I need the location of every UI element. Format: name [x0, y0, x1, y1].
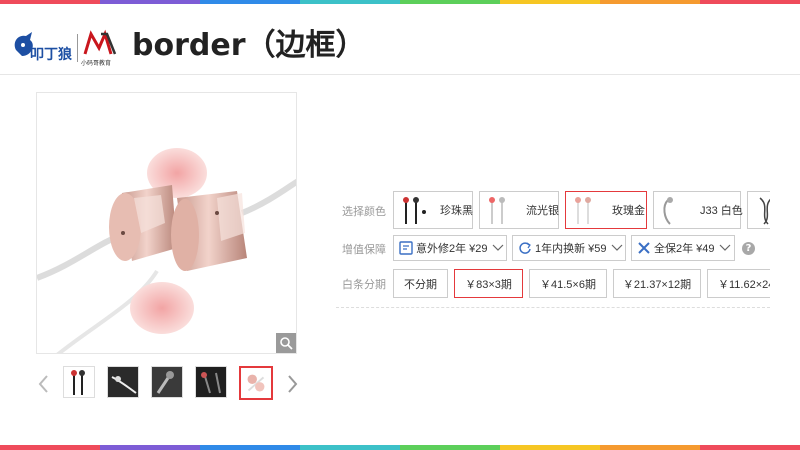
- earphone-white-swatch: [663, 197, 673, 225]
- earphone-dark-thumb: [196, 367, 226, 397]
- repair-icon: [399, 241, 413, 255]
- svg-text:叩丁狼: 叩丁狼: [30, 46, 73, 63]
- chevron-down-icon: [611, 244, 622, 251]
- earphone-black-thumb: [64, 367, 94, 397]
- header: 叩丁狼 小码哥教育 border（边框）: [0, 4, 800, 75]
- refresh-icon: [519, 242, 531, 254]
- attribute-panel: 选择颜色 珍珠黑 流光银 玫瑰金 J33 白色 增值保障 意外修2年 ¥29 1…: [336, 183, 770, 308]
- warranty-option-accident[interactable]: 意外修2年 ¥29: [393, 235, 507, 261]
- earphone-rose-thumb: [241, 368, 271, 398]
- bottom-color-stripe: [0, 445, 800, 450]
- installment-label: 白条分期: [342, 279, 386, 291]
- chevron-down-icon: [719, 244, 730, 251]
- earphone-black-swatch: [403, 197, 426, 224]
- warranty-label: 增值保障: [342, 244, 386, 256]
- color-option-rose-gold-selected[interactable]: 玫瑰金: [565, 191, 647, 229]
- earphone-silver-swatch: [489, 197, 505, 224]
- page-title: border（边框）: [132, 28, 366, 63]
- installment-option-none[interactable]: 不分期: [393, 269, 448, 298]
- color-option-j33-white[interactable]: J33 白色: [653, 191, 743, 229]
- earphone-rose-swatch: [575, 197, 591, 224]
- installment-option-3-selected[interactable]: ￥83×3期: [454, 269, 523, 298]
- color-option-label: 流光银: [526, 205, 559, 217]
- thumbnail-4[interactable]: [195, 366, 227, 398]
- svg-text:小码哥教育: 小码哥教育: [81, 59, 111, 67]
- zoom-button[interactable]: [276, 333, 296, 353]
- chevron-right-icon[interactable]: [284, 370, 300, 398]
- earphone-white-thumb: [108, 367, 138, 397]
- installment-option-24[interactable]: ￥11.62×24期: [707, 269, 770, 298]
- thumbnail-strip: [36, 366, 298, 402]
- thumbnail-2[interactable]: [107, 366, 139, 398]
- warranty-option-label: 意外修2年 ¥29: [416, 243, 488, 255]
- installment-option-label: 不分期: [404, 278, 437, 291]
- installment-option-label: ￥41.5×6期: [540, 278, 596, 291]
- color-option-label: J33 白色: [700, 205, 743, 217]
- installment-option-6[interactable]: ￥41.5×6期: [529, 269, 607, 298]
- logo-divider: [77, 34, 78, 62]
- xiaomage-logo: 小码哥教育: [81, 29, 117, 67]
- installment-option-label: ￥21.37×12期: [622, 278, 692, 291]
- chevron-left-icon[interactable]: [36, 370, 52, 398]
- warranty-option-replace[interactable]: 1年内换新 ¥59: [512, 235, 626, 261]
- warranty-option-label: 1年内换新 ¥59: [535, 243, 607, 255]
- color-option-silver[interactable]: 流光银: [479, 191, 559, 229]
- product-main-image: [36, 92, 297, 354]
- installment-option-12[interactable]: ￥21.37×12期: [613, 269, 701, 298]
- color-option-label: 玫瑰金: [612, 205, 645, 217]
- thumbnail-3[interactable]: [151, 366, 183, 398]
- earphone-rose-gold-illustration: [37, 148, 296, 353]
- color-label: 选择颜色: [342, 206, 386, 218]
- chevron-down-icon: [492, 244, 503, 251]
- earphone-gray-thumb: [152, 367, 182, 397]
- kodinglang-logo: 叩丁狼: [14, 32, 73, 63]
- warranty-option-label: 全保2年 ¥49: [654, 243, 715, 255]
- thumbnail-5-selected[interactable]: [239, 366, 273, 400]
- color-option-more[interactable]: [747, 191, 770, 229]
- thumbnail-1[interactable]: [63, 366, 95, 398]
- installment-option-label: ￥83×3期: [465, 278, 512, 291]
- warranty-option-full[interactable]: 全保2年 ¥49: [631, 235, 735, 261]
- magnifier-icon: [280, 337, 293, 350]
- color-option-black[interactable]: 珍珠黑: [393, 191, 473, 229]
- installment-option-label: ￥11.62×24期: [718, 278, 770, 291]
- earphone-extra-swatch: [759, 197, 770, 225]
- help-icon[interactable]: ?: [742, 242, 755, 255]
- tools-icon: [638, 242, 650, 254]
- color-option-label: 珍珠黑: [440, 205, 473, 217]
